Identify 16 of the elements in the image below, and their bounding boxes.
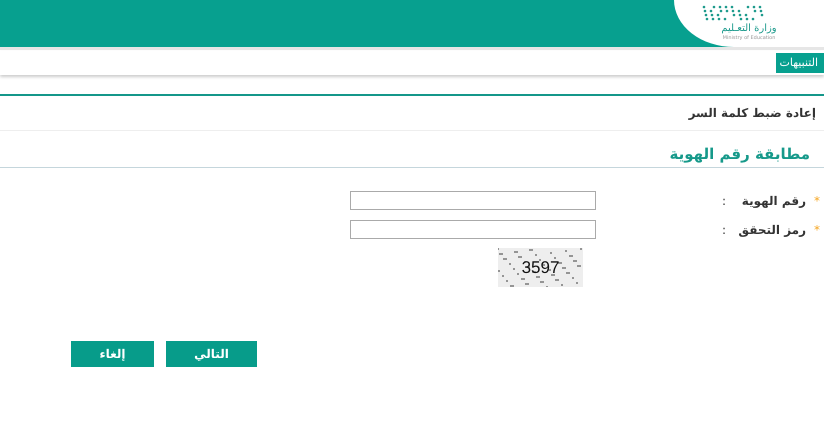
captcha-text: 3597	[522, 258, 560, 278]
input-field[interactable]	[350, 191, 596, 210]
colon: :	[720, 194, 726, 208]
field-label: رمز التحقق	[737, 222, 806, 236]
colon: :	[720, 222, 726, 236]
section-title: مطابقة رقم الهوية	[0, 131, 824, 168]
logo-text: وزارة التعـليم	[721, 23, 777, 35]
required-mark: *	[814, 194, 820, 208]
page-title: إعادة ضبط كلمة السر	[0, 96, 824, 131]
field-label: رقم الهوية	[740, 194, 806, 208]
action-button[interactable]: التالي	[166, 341, 257, 367]
required-mark: *	[814, 222, 820, 236]
input-field[interactable]	[350, 220, 596, 239]
action-button[interactable]: إلغاء	[71, 341, 154, 367]
notifications-tab[interactable]: التنبيهات	[776, 53, 824, 73]
dots-logo-icon	[702, 5, 766, 23]
